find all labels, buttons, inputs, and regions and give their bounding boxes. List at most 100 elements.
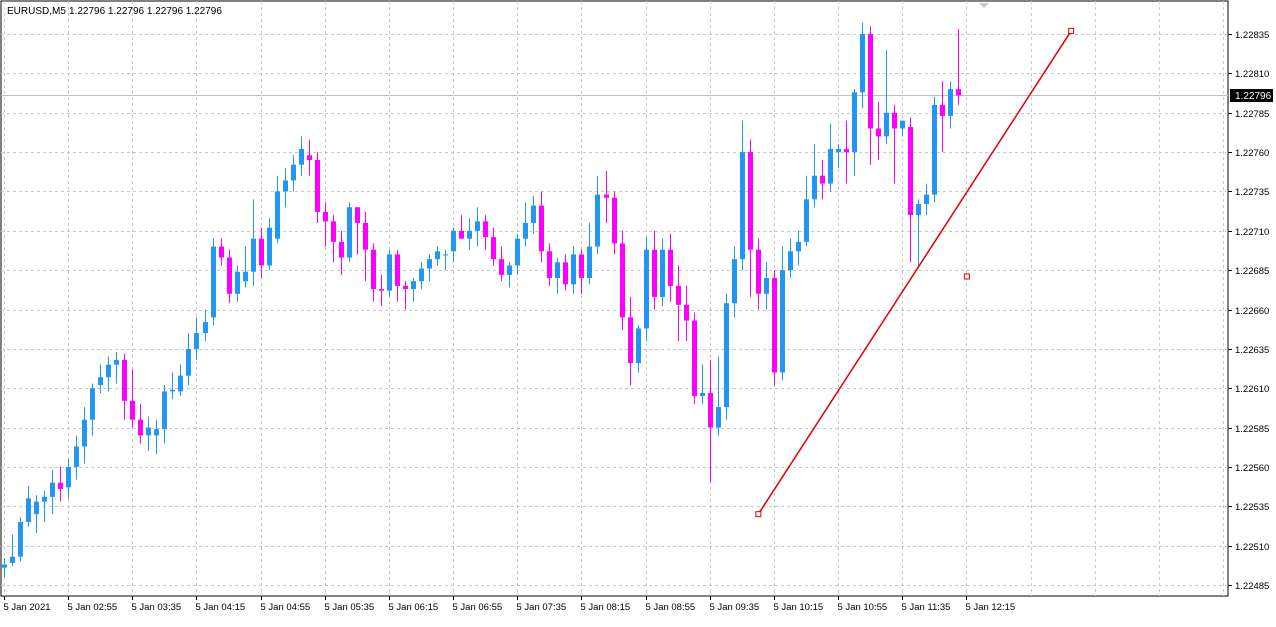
last-price-value: 1.22796	[1235, 91, 1272, 102]
chart-window[interactable]: 1.22835 1.22810 1.22785 1.22760 1.22735 1.227…	[0, 0, 1276, 622]
candle-body	[483, 221, 488, 238]
y-tick-label: 1.22685	[1235, 266, 1269, 277]
candle-body	[860, 34, 865, 93]
candle-body	[636, 328, 641, 364]
candle-body	[940, 104, 945, 116]
candle-body	[331, 221, 336, 242]
candle-body	[106, 364, 111, 378]
candle-body	[186, 348, 191, 376]
x-tick-label: 5 Jan 03:35	[132, 602, 182, 613]
candle-body	[515, 238, 520, 266]
candle-body	[475, 221, 480, 231]
candle-body	[547, 251, 552, 279]
candle-body	[852, 92, 857, 153]
candle-body	[459, 230, 464, 239]
candle-body	[443, 254, 448, 256]
candle-body	[804, 199, 809, 242]
candle-body	[876, 128, 881, 137]
candle-body	[604, 194, 609, 198]
candle-body	[507, 265, 512, 275]
candle-body	[788, 251, 793, 271]
candle-body	[211, 246, 216, 318]
candle	[387, 249, 392, 297]
candle-body	[780, 270, 785, 373]
candle-body	[283, 180, 288, 192]
candle-body	[700, 392, 705, 397]
candle-body	[227, 257, 232, 294]
candle	[211, 238, 216, 326]
candle-body	[884, 112, 889, 137]
candle-body	[203, 322, 208, 334]
candle-body	[748, 152, 753, 250]
candle-body	[579, 254, 584, 279]
candle-body	[26, 498, 31, 523]
candle-body	[411, 281, 416, 290]
candle-body	[868, 34, 873, 129]
y-tick-label: 1.22785	[1235, 109, 1269, 120]
trendline-anchor-point	[755, 511, 762, 518]
candle-body	[90, 388, 95, 420]
y-tick-label: 1.22810	[1235, 69, 1269, 80]
candle-body	[395, 254, 400, 286]
price-axis[interactable]: 1.22835 1.22810 1.22785 1.22760 1.22735 1.227…	[1228, 30, 1269, 592]
candle-body	[435, 251, 440, 260]
y-tick-label: 1.22635	[1235, 345, 1269, 356]
candle-body	[82, 419, 87, 447]
candle-body	[692, 320, 697, 397]
candle-body	[724, 303, 729, 408]
candle-body	[924, 194, 929, 205]
candle-body	[339, 241, 344, 258]
candle-body	[427, 259, 432, 269]
x-tick-label: 5 Jan 08:15	[581, 602, 631, 613]
candle-body	[531, 205, 536, 223]
candle-body	[732, 259, 737, 304]
candle-body	[948, 89, 953, 116]
candle-body	[820, 175, 825, 184]
x-tick-label: 5 Jan 11:35	[902, 602, 951, 613]
candle-body	[10, 556, 15, 563]
candle-body	[684, 304, 689, 321]
candle-body	[355, 207, 360, 223]
y-tick-label: 1.22610	[1235, 384, 1269, 395]
candle-body	[315, 159, 320, 212]
x-tick-label: 5 Jan 08:55	[646, 602, 696, 613]
candle-body	[371, 249, 376, 290]
y-tick-label: 1.22585	[1235, 424, 1269, 435]
candle-body	[259, 238, 264, 266]
candle-body	[668, 249, 673, 286]
trendline-anchor-point	[1068, 27, 1075, 34]
candle-body	[708, 392, 713, 428]
y-tick-label: 1.22485	[1235, 581, 1269, 592]
candle-body	[363, 222, 368, 250]
candle-body	[932, 104, 937, 195]
candlestick-chart[interactable]: 1.22835 1.22810 1.22785 1.22760 1.22735 1.227…	[0, 0, 1276, 622]
candle-body	[219, 246, 224, 258]
candle-body	[387, 254, 392, 291]
candle-body	[620, 243, 625, 318]
candle-body	[419, 268, 424, 282]
last-price-tag: 1.22796	[1230, 89, 1273, 102]
candle-body	[235, 271, 240, 294]
candle	[772, 270, 777, 386]
candle	[644, 237, 649, 341]
candle-body	[122, 359, 127, 401]
candle-body	[58, 482, 63, 489]
candle-body	[676, 285, 681, 305]
candle-body	[796, 241, 801, 252]
x-tick-label: 5 Jan 10:15	[774, 602, 824, 613]
candle-body	[307, 155, 312, 160]
candle-body	[130, 400, 135, 420]
x-tick-label: 5 Jan 02:55	[68, 602, 118, 613]
candle-body	[162, 391, 167, 430]
candle-body	[275, 191, 280, 239]
candle-body	[403, 285, 408, 290]
time-axis[interactable]: 5 Jan 2021 5 Jan 02:55 5 Jan 03:35 5 Jan 04…	[4, 596, 1016, 613]
candle-body	[523, 222, 528, 239]
candle-body	[114, 359, 119, 365]
y-tick-label: 1.22510	[1235, 542, 1269, 553]
candle-body	[571, 254, 576, 285]
x-tick-label: 5 Jan 12:15	[966, 602, 1016, 613]
candle-body	[772, 278, 777, 373]
x-tick-label: 5 Jan 09:35	[710, 602, 760, 613]
candle-body	[539, 205, 544, 252]
